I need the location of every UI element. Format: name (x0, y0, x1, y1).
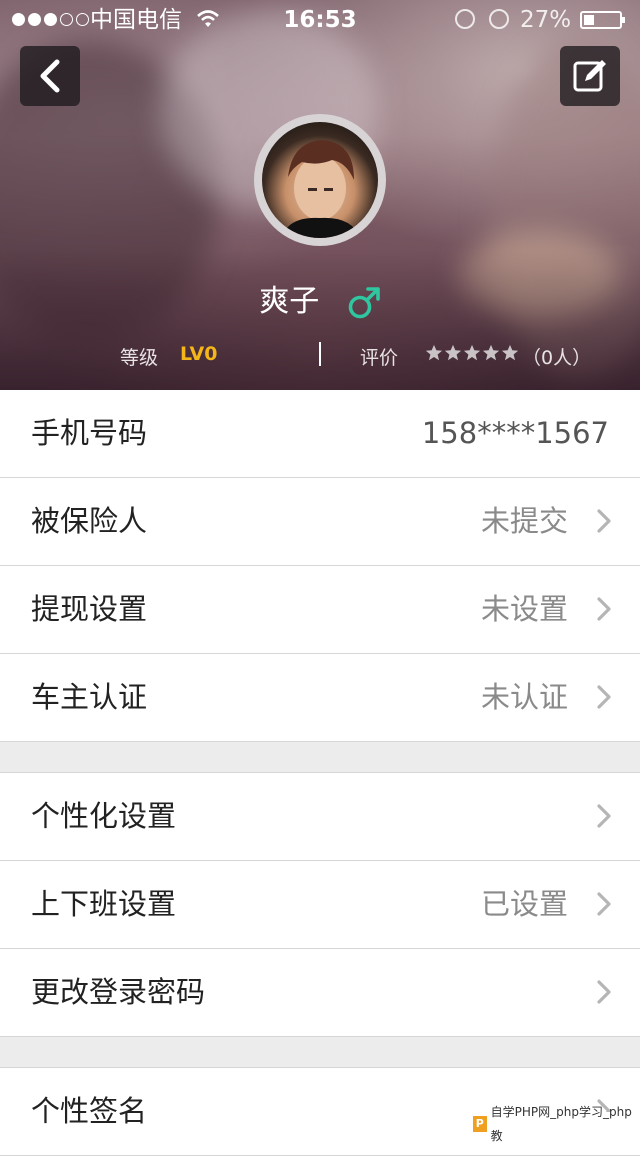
rating-label: 评价 (360, 347, 399, 369)
profile-name-row: 爽子 (0, 276, 640, 320)
withdraw-row[interactable]: 提现设置 未设置 (0, 566, 640, 654)
level-rating-row: 等级 LV0 评价 （0人） (0, 340, 640, 372)
male-gender-icon (348, 286, 380, 318)
chevron-right-icon (597, 804, 611, 828)
phone-value: 158****1567 (421, 416, 609, 450)
signature-label: 个性签名 (31, 1094, 148, 1128)
star-icon (463, 344, 481, 361)
profile-header: 中国电信 16:53 27% 爽子 等级 LV0 评价 （0人） (0, 0, 640, 390)
commute-label: 上下班设置 (31, 887, 177, 921)
edit-icon (573, 60, 606, 92)
site-logo-icon: P (473, 1116, 487, 1132)
avatar-portrait (282, 140, 360, 238)
status-bar: 中国电信 16:53 27% (0, 0, 640, 40)
star-icon (444, 344, 462, 361)
user-name: 爽子 (259, 284, 320, 319)
star-icon (482, 344, 500, 361)
owner-auth-value: 未认证 (480, 680, 568, 714)
rating-count: （0人） (522, 347, 592, 369)
password-label: 更改登录密码 (31, 975, 206, 1009)
insured-row[interactable]: 被保险人 未提交 (0, 478, 640, 566)
avatar[interactable] (254, 114, 386, 246)
chevron-right-icon (597, 980, 611, 1004)
phone-label: 手机号码 (31, 416, 148, 450)
phone-row: 手机号码 158****1567 (0, 390, 640, 478)
password-row[interactable]: 更改登录密码 (0, 949, 640, 1037)
chevron-left-icon (40, 59, 60, 93)
owner-auth-row[interactable]: 车主认证 未认证 (0, 654, 640, 742)
level-label: 等级 (120, 347, 159, 369)
avatar-photo (262, 122, 378, 238)
divider (319, 342, 321, 366)
watermark: P 自学PHP网_php学习_php教 (470, 1105, 640, 1143)
owner-auth-label: 车主认证 (31, 680, 148, 714)
withdraw-value: 未设置 (480, 592, 568, 626)
battery-icon (580, 11, 625, 29)
star-icon (501, 344, 519, 361)
settings-list: 手机号码 158****1567 被保险人 未提交 提现设置 未设置 车主认证 … (0, 390, 640, 1156)
back-button[interactable] (20, 46, 80, 106)
watermark-text: 自学PHP网_php学习_php教 (490, 1105, 632, 1143)
rating-stars (425, 344, 519, 362)
section-gap (0, 1037, 640, 1068)
edit-button[interactable] (560, 46, 620, 106)
personalize-label: 个性化设置 (31, 799, 177, 833)
chevron-right-icon (597, 597, 611, 621)
chevron-right-icon (597, 509, 611, 533)
battery-percentage: 27% (520, 7, 572, 33)
lock-rotation-icon (455, 9, 475, 29)
section-gap (0, 742, 640, 773)
chevron-right-icon (597, 685, 611, 709)
level-value: LV0 (180, 343, 218, 365)
chevron-right-icon (597, 892, 611, 916)
personalize-row[interactable]: 个性化设置 (0, 773, 640, 861)
withdraw-label: 提现设置 (31, 592, 148, 626)
commute-value: 已设置 (480, 887, 568, 921)
alarm-icon (489, 9, 509, 29)
insured-label: 被保险人 (31, 504, 148, 538)
insured-value: 未提交 (480, 504, 568, 538)
commute-row[interactable]: 上下班设置 已设置 (0, 861, 640, 949)
star-icon (425, 344, 443, 361)
